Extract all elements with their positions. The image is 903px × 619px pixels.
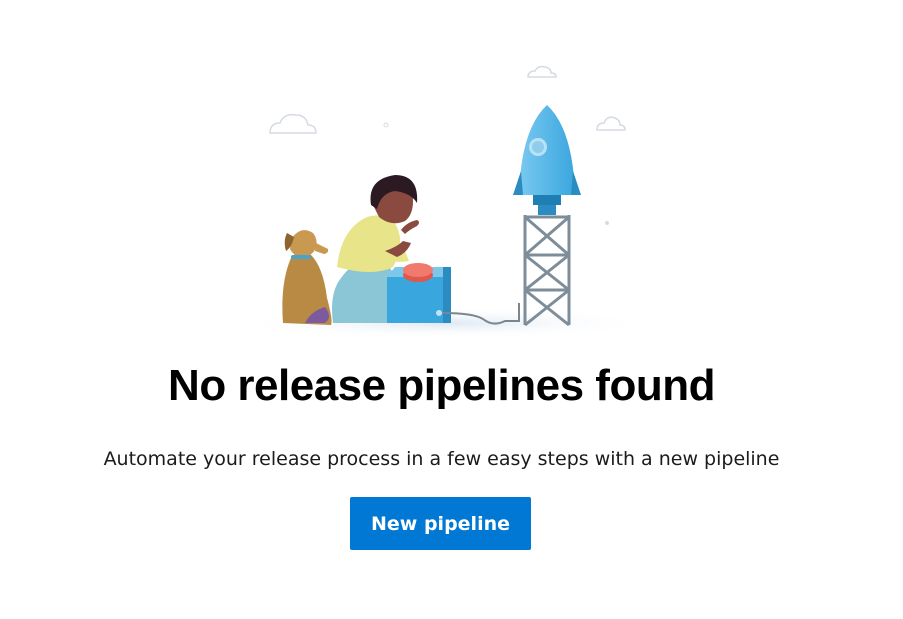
new-pipeline-button[interactable]: New pipeline — [350, 497, 531, 550]
page-title: No release pipelines found — [168, 361, 715, 410]
dog-icon — [282, 230, 332, 325]
launch-box-icon — [387, 263, 451, 323]
empty-state-description: Automate your release process in a few e… — [103, 448, 780, 470]
rocket-icon — [513, 105, 581, 215]
cloud-icon — [269, 65, 626, 134]
empty-state-illustration — [225, 55, 665, 340]
